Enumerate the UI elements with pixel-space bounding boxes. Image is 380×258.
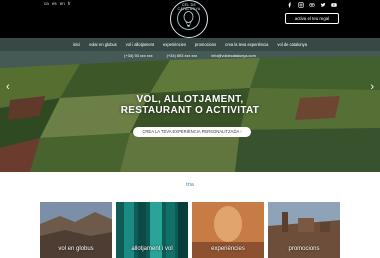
- hero-banner: inici volar en globus vol i allotjament …: [0, 38, 380, 172]
- facebook-icon[interactable]: [287, 2, 293, 8]
- card-promotions[interactable]: promocions: [268, 202, 340, 258]
- phone-2[interactable]: (+34) 693 xxx xxx: [167, 53, 198, 58]
- create-experience-button[interactable]: CREA LA TEVA EXPERIÈNCIA PERSONALITZADA …: [133, 127, 251, 137]
- nav-item-balloon-flight[interactable]: volar en globus: [89, 42, 117, 47]
- card-experiences[interactable]: experiències: [192, 202, 264, 258]
- language-selector: ca es en fr: [44, 1, 71, 7]
- main-navigation: inici volar en globus vol i allotjament …: [0, 38, 380, 51]
- lang-ca[interactable]: ca: [44, 1, 49, 7]
- hero-title-line1: VOL, ALLOTJAMENT,: [136, 94, 244, 105]
- email-link[interactable]: info@voldecatalunya.com: [211, 53, 256, 58]
- carousel-prev-icon[interactable]: ‹: [6, 82, 10, 93]
- phone-1[interactable]: (+34) 93 xxx xxx: [124, 53, 152, 58]
- brand-logo[interactable]: CEL DE CATALUNYA: [170, 0, 208, 38]
- nav-item-promotions[interactable]: promocions: [195, 42, 216, 47]
- card-flight-lodging[interactable]: allotjament i vol: [116, 202, 188, 258]
- section-title: tria: [186, 182, 194, 188]
- contact-bar: (+34) 93 xxx xxx (+34) 693 xxx xxx info@…: [0, 53, 380, 58]
- nav-item-home[interactable]: inici: [73, 42, 80, 47]
- instagram-icon[interactable]: [298, 2, 304, 8]
- lang-en[interactable]: en: [60, 1, 65, 7]
- chevron-right-icon: ›: [240, 129, 242, 134]
- hero-title-line2: RESTAURANT O ACTIVITAT: [120, 105, 260, 116]
- balloon-icon: [177, 7, 200, 30]
- card-label: promocions: [288, 246, 320, 252]
- card-balloon-flight[interactable]: vol en globus: [40, 202, 112, 258]
- social-links: [287, 2, 337, 8]
- twitter-icon[interactable]: [320, 2, 326, 8]
- youtube-icon[interactable]: [331, 2, 337, 8]
- nav-item-create-experience[interactable]: crea la teva experiència: [225, 42, 268, 47]
- card-label: experiències: [211, 246, 245, 252]
- hero-title: VOL, ALLOTJAMENT, RESTAURANT O ACTIVITAT: [100, 94, 280, 116]
- lang-fr[interactable]: fr: [68, 1, 71, 7]
- cta-label: CREA LA TEVA EXPERIÈNCIA PERSONALITZADA: [142, 129, 240, 134]
- category-cards: vol en globus allotjament i vol experièn…: [40, 202, 340, 258]
- activate-gift-button[interactable]: activa el teu regal: [285, 13, 339, 24]
- top-bar: ca es en fr CEL DE CATALUNYA activa el t…: [0, 0, 380, 38]
- card-label: vol en globus: [58, 246, 94, 252]
- carousel-next-icon[interactable]: ›: [370, 82, 374, 93]
- lang-es[interactable]: es: [52, 1, 57, 7]
- nav-item-experiences[interactable]: experiències: [163, 42, 186, 47]
- nav-item-about[interactable]: vol de catalunya: [277, 42, 307, 47]
- nav-item-flight-lodging[interactable]: vol i allotjament: [126, 42, 154, 47]
- tripadvisor-icon[interactable]: [309, 2, 315, 8]
- card-label: allotjament i vol: [131, 246, 173, 252]
